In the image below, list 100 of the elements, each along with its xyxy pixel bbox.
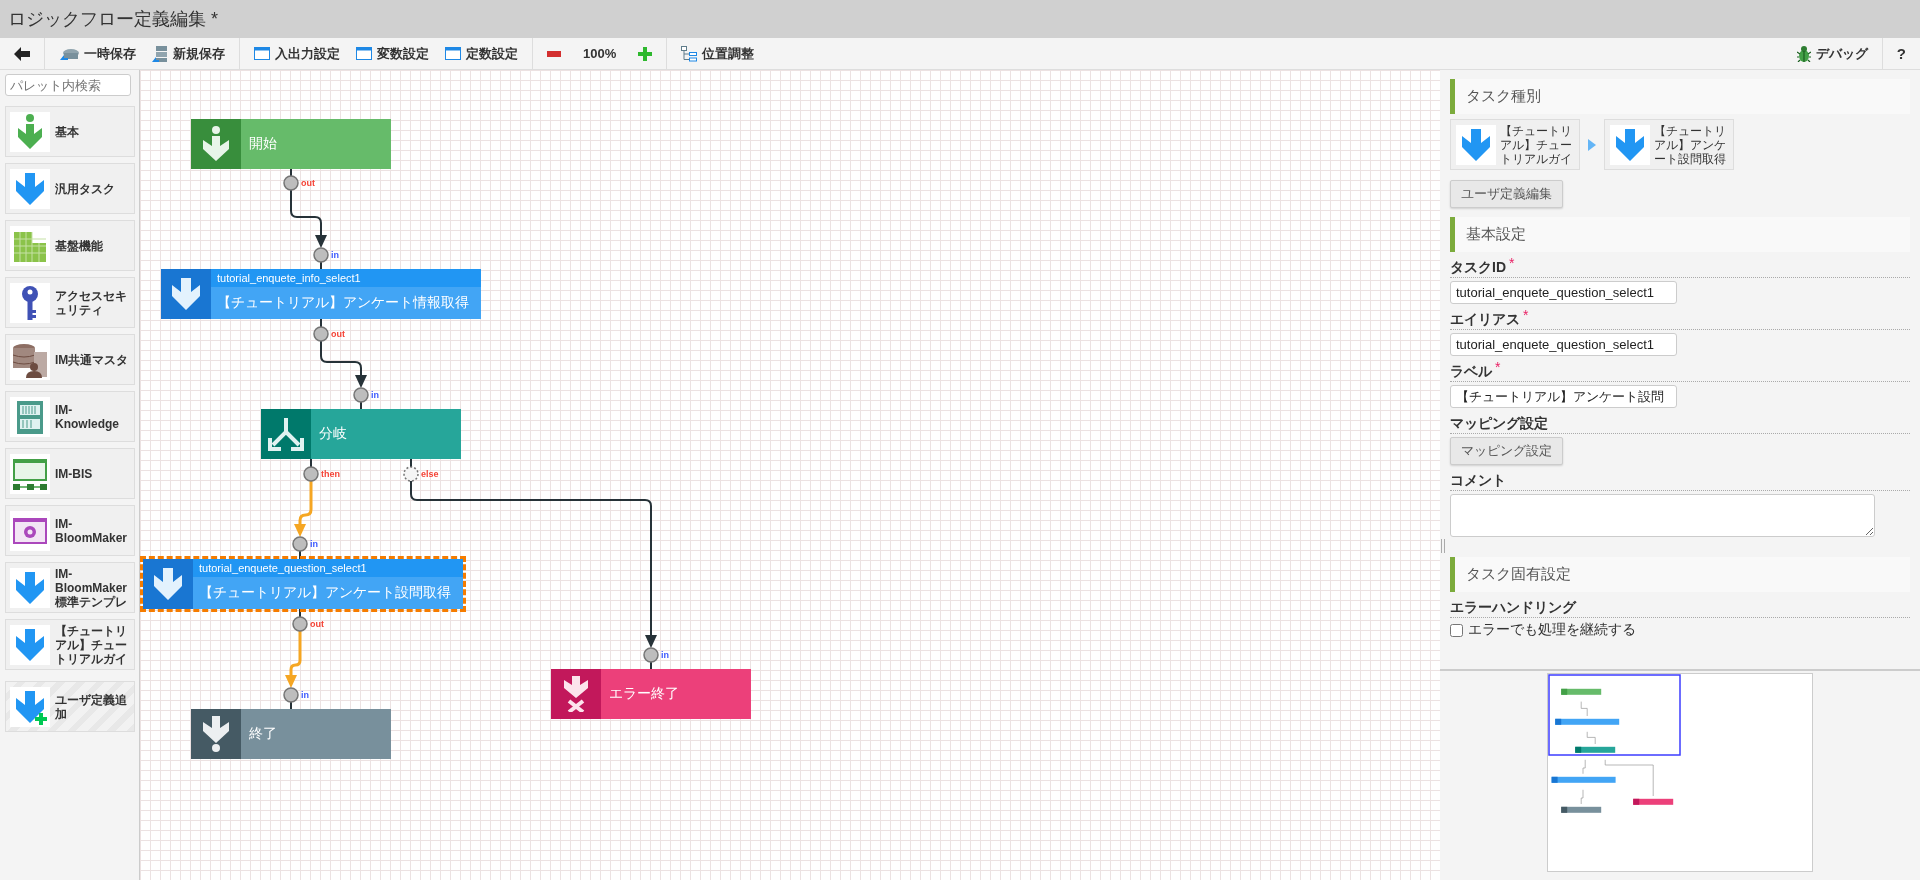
palette-item[interactable]: アクセスセキュリティ — [5, 277, 135, 328]
port[interactable] — [283, 687, 299, 710]
node-label: 開始 — [249, 135, 277, 153]
palette-item[interactable]: 【チュートリアル】チュートリアルガイ — [5, 619, 135, 670]
palette-search-field[interactable]: パレット内検索 — [5, 74, 131, 96]
port-label: then — [321, 469, 340, 479]
palette-item[interactable]: 汎用タスク — [5, 163, 135, 214]
field-label: エラーハンドリング — [1450, 598, 1576, 617]
settings-dialog-button[interactable]: 定数設定 — [437, 40, 526, 67]
text-field[interactable]: tutorial_enquete_question_select1 — [1450, 281, 1677, 304]
mapping-settings-button[interactable]: マッピング設定 — [1450, 437, 1563, 465]
port[interactable] — [292, 608, 308, 632]
port-label: else — [421, 469, 439, 479]
database-icon — [10, 339, 50, 380]
plus-icon — [638, 46, 653, 61]
palette-item-label: IM-BloomMaker — [55, 516, 129, 545]
connector-arrow[interactable] — [290, 189, 327, 248]
window-icon — [10, 510, 50, 551]
required-mark: * — [1495, 361, 1501, 373]
palette-item[interactable]: IM-BIS — [5, 448, 135, 499]
palette-item-label: IM-BloomMaker標準テンプレ — [55, 566, 129, 609]
minus-icon — [547, 50, 561, 57]
port[interactable] — [643, 647, 659, 670]
chevron-icon — [1588, 138, 1596, 151]
splitter-handle[interactable] — [1441, 539, 1445, 553]
settings-dialog-button[interactable]: 入出力設定 — [246, 40, 348, 67]
port-label: in — [310, 539, 318, 549]
section-header: タスク種別 — [1450, 79, 1910, 114]
temp-save-button[interactable]: 一時保存 — [51, 40, 144, 67]
palette-item[interactable]: IM-BloomMaker — [5, 505, 135, 556]
palette-item-label: 汎用タスク — [55, 181, 116, 196]
palette-item-label: IM-BIS — [55, 466, 94, 481]
checkbox-label: エラーでも処理を継続する — [1468, 621, 1636, 639]
section-header: タスク固有設定 — [1450, 557, 1910, 592]
user-definition-edit-button[interactable]: ユーザ定義編集 — [1450, 180, 1563, 208]
port[interactable] — [313, 318, 329, 342]
node-label: 終了 — [249, 725, 277, 743]
palette-item-label: 【チュートリアル】チュートリアルガイ — [55, 623, 128, 666]
port-label: out — [301, 178, 315, 188]
server-icon — [152, 45, 168, 62]
debug-button[interactable]: デバッグ — [1788, 40, 1876, 67]
arrow-plus-icon — [10, 686, 50, 727]
node-label: 【チュートリアル】アンケート情報取得 — [211, 287, 481, 319]
field-label: コメント — [1450, 471, 1506, 490]
palette-item[interactable]: 基本 — [5, 106, 135, 157]
window-title: ロジックフロー定義編集 * — [8, 8, 218, 31]
port-label: in — [661, 650, 669, 660]
window-icon — [356, 47, 372, 60]
new-save-button[interactable]: 新規保存 — [144, 40, 233, 67]
text-field[interactable]: tutorial_enquete_question_select1 — [1450, 333, 1677, 356]
tree-icon — [681, 45, 698, 62]
back-arrow-icon — [14, 46, 30, 61]
window-icon — [445, 47, 461, 60]
field-label: タスクID — [1450, 258, 1506, 277]
port[interactable] — [303, 458, 319, 482]
save-icon — [59, 46, 79, 61]
field-label: ラベル — [1450, 362, 1492, 381]
section-header: 基本設定 — [1450, 217, 1910, 252]
window-icon — [254, 47, 270, 60]
port-label: in — [371, 390, 379, 400]
port[interactable] — [283, 168, 299, 191]
comment-field[interactable] — [1450, 494, 1875, 537]
required-mark: * — [1509, 257, 1515, 269]
minimap-viewport[interactable] — [1548, 674, 1681, 756]
palette-item[interactable]: ユーザ定義追加 — [5, 681, 135, 732]
help-button[interactable]: ? — [1888, 40, 1914, 67]
palette-item-label: ユーザ定義追加 — [55, 692, 128, 721]
palette-item-label: IM共通マスタ — [55, 352, 130, 367]
bug-icon — [1796, 45, 1811, 62]
port[interactable] — [403, 458, 419, 482]
text-field[interactable]: 【チュートリアル】アンケート設問 — [1450, 385, 1677, 408]
port-label: out — [310, 619, 324, 629]
palette-item[interactable]: IM共通マスタ — [5, 334, 135, 385]
split-arrow-icon — [268, 416, 304, 452]
node-label: 分岐 — [319, 425, 347, 443]
window-icon — [10, 453, 50, 494]
palette-item-label: IM-Knowledge — [55, 402, 120, 431]
checkbox[interactable] — [1450, 623, 1463, 637]
node-label: 【チュートリアル】アンケート設問取得 — [193, 577, 463, 609]
book-icon — [10, 396, 50, 437]
palette-item-label: アクセスセキュリティ — [55, 288, 128, 317]
zoom-level: 100% — [582, 46, 618, 61]
node-label: エラー終了 — [609, 685, 679, 703]
palette-item[interactable]: IM-Knowledge — [5, 391, 135, 442]
required-mark: * — [1523, 309, 1529, 321]
node-id: tutorial_enquete_question_select1 — [193, 559, 463, 577]
connector-arrow[interactable] — [320, 340, 367, 388]
settings-dialog-button[interactable]: 変数設定 — [348, 40, 437, 67]
port[interactable] — [313, 247, 329, 270]
port[interactable] — [292, 536, 308, 560]
port-label: in — [301, 690, 309, 700]
layout-button[interactable]: 位置調整 — [673, 40, 763, 67]
palette-item[interactable]: 基盤機能 — [5, 220, 135, 271]
palette-item[interactable]: IM-BloomMaker標準テンプレ — [5, 562, 135, 613]
port-label: in — [331, 250, 339, 260]
port[interactable] — [353, 387, 369, 410]
field-label: エイリアス — [1450, 310, 1520, 329]
connector-arrow[interactable] — [410, 480, 657, 648]
task-type-label: 【チュートリアル】アンケート設問取得 — [1654, 123, 1727, 166]
palette-item-label: 基盤機能 — [55, 238, 104, 253]
